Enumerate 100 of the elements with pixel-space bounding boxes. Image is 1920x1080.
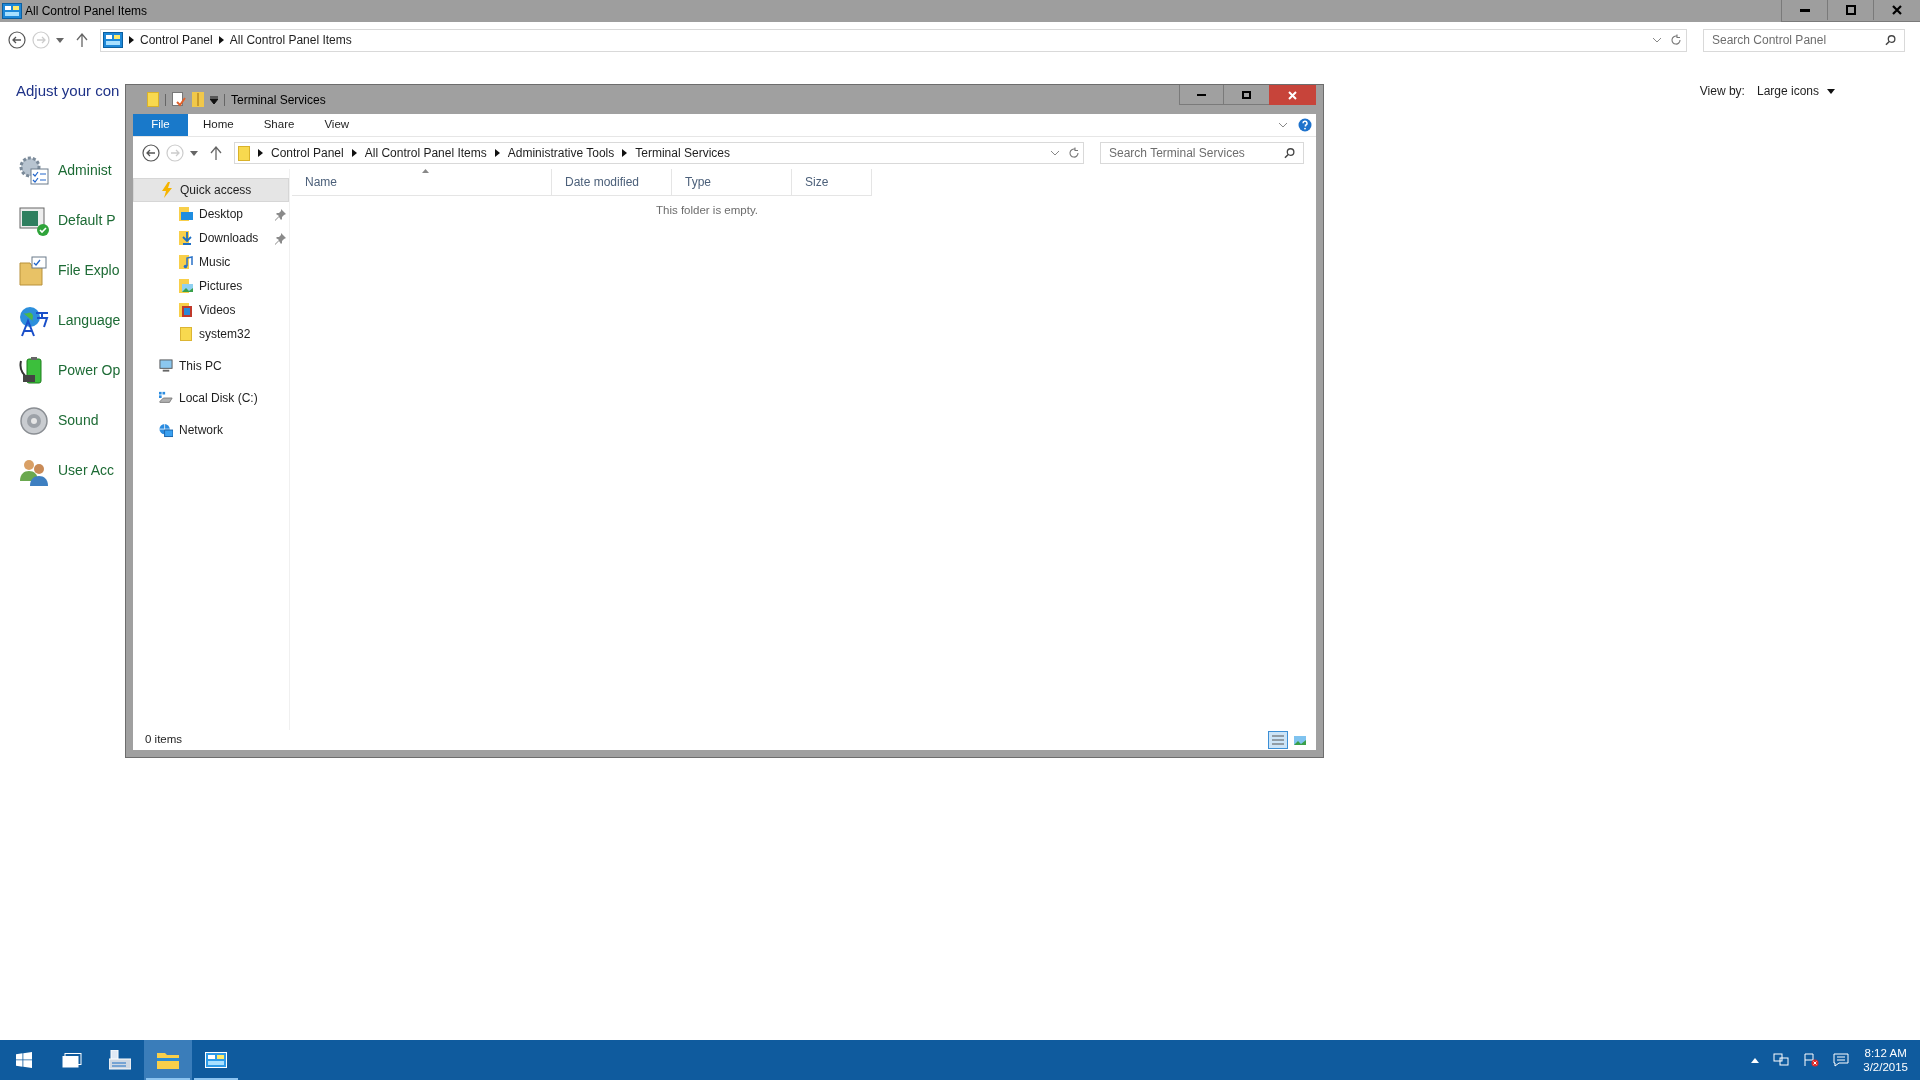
server-manager-icon[interactable]: [109, 1050, 131, 1070]
ribbon-tab[interactable]: Home: [188, 114, 249, 136]
window-title: Terminal Services: [231, 91, 326, 109]
nav-item[interactable]: Videos: [133, 298, 289, 322]
breadcrumb-item[interactable]: Terminal Services: [635, 144, 730, 162]
page-heading: Adjust your con: [16, 81, 120, 101]
computer-icon: [159, 359, 173, 373]
ribbon-tab[interactable]: File: [133, 114, 188, 136]
window-checkmark-icon: [18, 204, 50, 237]
dropdown-caret-icon[interactable]: [56, 37, 64, 43]
search-input: Search Terminal Services: [1109, 144, 1284, 162]
folder-film-icon: [179, 303, 193, 317]
search-field[interactable]: Search Terminal Services: [1100, 142, 1304, 164]
nav-item[interactable]: Music: [133, 250, 289, 274]
show-hidden-icons-icon[interactable]: [1751, 1057, 1760, 1063]
sort-arrow-icon: [421, 169, 429, 173]
breadcrumb-item[interactable]: All Control Panel Items: [229, 31, 352, 49]
nav-item[interactable]: system32: [133, 322, 289, 346]
chevron-down-icon[interactable]: [1050, 150, 1060, 156]
folder-screen-icon: [179, 207, 193, 221]
column-header[interactable]: Date modified: [552, 169, 672, 196]
folder-icon: [180, 327, 192, 341]
breadcrumb-item[interactable]: Control Panel: [140, 31, 213, 49]
search-icon[interactable]: [1283, 147, 1295, 159]
pin-icon[interactable]: [274, 231, 287, 245]
folder-icon[interactable]: [157, 1051, 179, 1069]
search-icon[interactable]: [1884, 34, 1896, 46]
speaker-icon: [18, 404, 50, 437]
search-field[interactable]: Search Control Panel: [1703, 28, 1905, 52]
status-text: 0 items: [145, 732, 183, 748]
ribbon-tab[interactable]: View: [309, 114, 365, 136]
view-by-dropdown[interactable]: Large icons: [1756, 82, 1835, 101]
empty-folder-message: This folder is empty.: [655, 203, 758, 218]
nav-item[interactable]: Network: [133, 418, 289, 442]
control-panel-item-link[interactable]: Language: [58, 310, 121, 331]
flag-error-icon[interactable]: [1803, 1053, 1820, 1067]
folder-picture-icon: [179, 279, 193, 293]
folder-download-icon: [179, 231, 193, 245]
close-icon[interactable]: [1892, 5, 1902, 15]
chevron-down-icon[interactable]: [1278, 122, 1288, 128]
network-globe-icon: [159, 422, 173, 438]
back-icon[interactable]: [142, 144, 160, 162]
breadcrumb-arrow-icon: [218, 36, 224, 44]
lightning-icon: [161, 182, 173, 198]
breadcrumb-arrow-icon: [351, 149, 357, 157]
window-title: All Control Panel Items: [25, 3, 148, 20]
address-bar[interactable]: Control Panel All Control Panel Items Administrative Tools Terminal Services: [234, 142, 1084, 164]
control-panel-item-link[interactable]: User Acc: [58, 460, 114, 481]
breadcrumb-arrow-icon: [622, 149, 628, 157]
nav-item[interactable]: Quick access: [133, 178, 289, 202]
clock[interactable]: 8:12 AM 3/2/2015: [1863, 1046, 1908, 1074]
dropdown-caret-icon[interactable]: [190, 150, 198, 156]
breadcrumb-item[interactable]: All Control Panel Items: [364, 144, 487, 162]
pin-icon[interactable]: [274, 207, 287, 221]
network-icon[interactable]: [1773, 1053, 1790, 1067]
refresh-icon[interactable]: [1068, 147, 1080, 159]
chevron-down-icon[interactable]: [1652, 37, 1662, 43]
gear-checklist-icon: [18, 154, 50, 187]
breadcrumb-arrow-icon: [258, 149, 263, 157]
action-center-icon[interactable]: [1833, 1053, 1850, 1067]
column-header[interactable]: Name: [292, 169, 552, 196]
control-panel-item-link[interactable]: Power Op: [58, 360, 121, 381]
refresh-icon[interactable]: [1670, 34, 1682, 46]
back-icon[interactable]: [8, 31, 26, 49]
control-panel-icon[interactable]: [205, 1052, 227, 1068]
nav-item[interactable]: Pictures: [133, 274, 289, 298]
customize-toolbar-icon[interactable]: [210, 95, 218, 104]
control-panel-item-link[interactable]: Sound: [58, 410, 99, 431]
column-header[interactable]: Size: [792, 169, 872, 196]
nav-item[interactable]: Downloads: [133, 226, 289, 250]
breadcrumb-item[interactable]: Control Panel: [271, 144, 344, 162]
task-view-icon[interactable]: [62, 1052, 82, 1068]
column-header[interactable]: Type: [672, 169, 792, 196]
drive-icon: [159, 391, 173, 405]
up-arrow-icon[interactable]: [210, 146, 222, 160]
globe-letters-icon: [18, 304, 50, 337]
up-arrow-icon[interactable]: [76, 33, 88, 47]
folder-music-icon: [179, 255, 193, 269]
control-panel-item-link[interactable]: File Explo: [58, 260, 120, 281]
breadcrumb-item[interactable]: Administrative Tools: [507, 144, 615, 162]
ribbon-tab[interactable]: Share: [248, 114, 310, 136]
folder-checklist-icon: [18, 254, 50, 287]
breadcrumb-arrow-icon: [129, 36, 134, 44]
dropdown-caret-icon: [1827, 88, 1835, 94]
close-button[interactable]: [1269, 85, 1316, 105]
help-icon[interactable]: [1298, 118, 1312, 132]
control-panel-item-link[interactable]: Default P: [58, 210, 116, 231]
view-by-label: View by:: [1699, 83, 1745, 101]
windows-start-icon[interactable]: [16, 1052, 32, 1068]
control-panel-icon: [2, 3, 22, 19]
nav-item[interactable]: Desktop: [133, 202, 289, 226]
taskbar-button[interactable]: [144, 1040, 192, 1080]
address-bar[interactable]: Control Panel All Control Panel Items: [100, 28, 1687, 52]
breadcrumb-arrow-icon: [494, 149, 500, 157]
details-view-icon[interactable]: [1268, 731, 1288, 749]
search-input: Search Control Panel: [1712, 31, 1885, 49]
properties-icon[interactable]: [172, 92, 186, 107]
nav-item[interactable]: Local Disk (C:): [133, 386, 289, 410]
nav-item[interactable]: This PC: [133, 354, 289, 378]
control-panel-item-link[interactable]: Administ: [58, 160, 112, 181]
